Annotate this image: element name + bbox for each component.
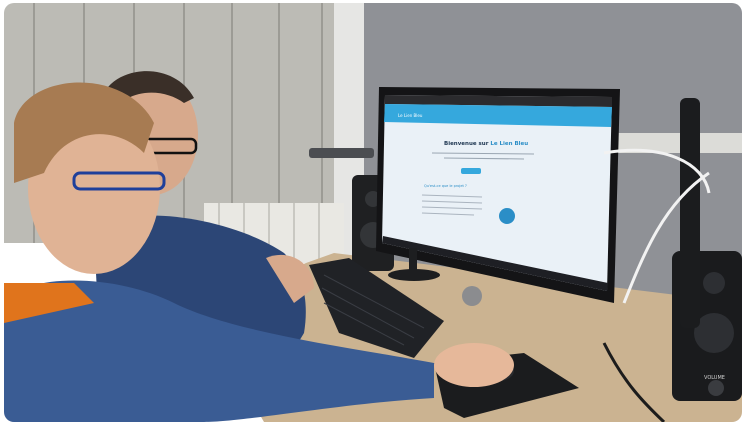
desk-object: [462, 286, 482, 306]
volume-knob: [708, 380, 724, 396]
section-title: Qu'est-ce que le projet ?: [424, 184, 467, 188]
photo-scene: Le Lien Bleu Bienvenue sur Le Lien Bleu …: [4, 3, 742, 422]
desk-lamp: [309, 148, 374, 158]
site-brand: Le Lien Bleu: [398, 113, 423, 118]
cta-button[interactable]: [461, 168, 481, 174]
monitor-arm: [680, 98, 700, 328]
boy-hand: [434, 343, 514, 387]
welcome-title: Bienvenue sur Le Lien Bleu: [444, 141, 528, 147]
photo-frame: Le Lien Bleu Bienvenue sur Le Lien Bleu …: [4, 3, 742, 422]
illustration: [499, 208, 515, 224]
volume-label: VOLUME: [704, 375, 725, 381]
